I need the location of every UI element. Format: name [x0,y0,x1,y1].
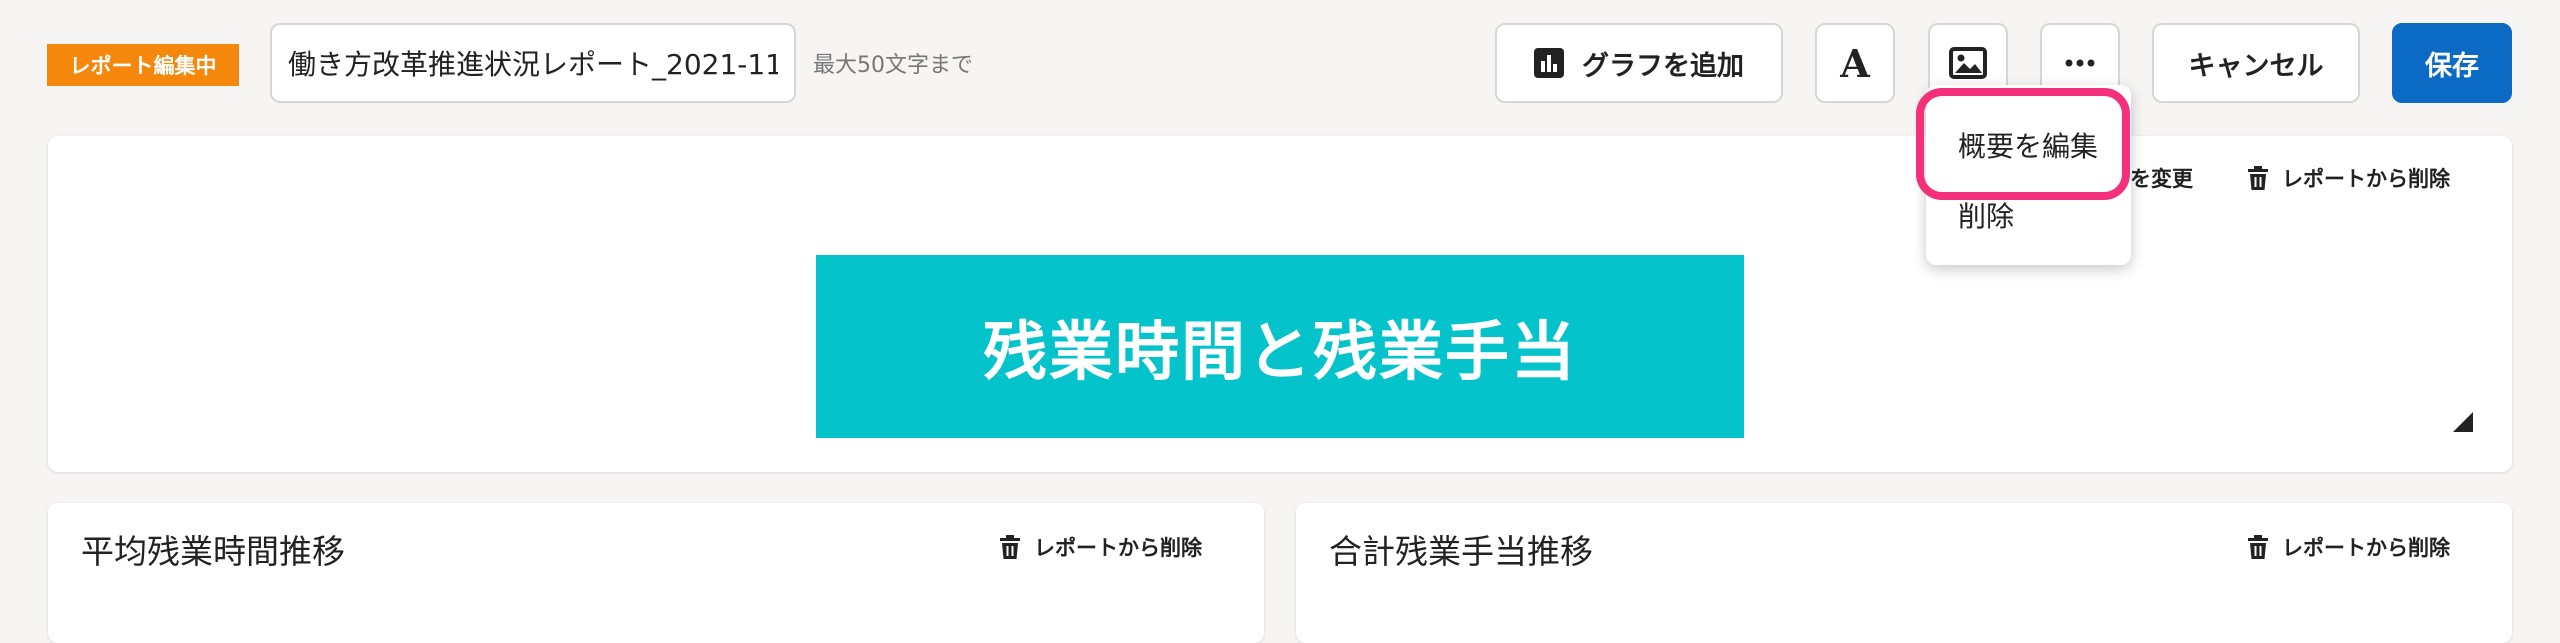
add-graph-button[interactable]: グラフを追加 [1495,23,1783,103]
menu-item-edit-summary[interactable]: 概要を編集 [1958,125,2098,165]
svg-text:A: A [1839,45,1870,81]
cancel-button[interactable]: キャンセル [2152,23,2360,103]
add-text-button[interactable]: A [1815,23,1895,103]
resize-handle-icon[interactable] [2453,412,2473,432]
add-graph-label: グラフを追加 [1582,50,1744,82]
delete-from-report-label: レポートから削除 [1034,536,1202,560]
more-options-menu [1926,85,2131,265]
report-title-input[interactable] [270,23,796,103]
chart-card-title: 平均残業時間推移 [81,532,345,571]
save-button[interactable]: 保存 [2392,23,2512,103]
menu-item-delete[interactable]: 削除 [1958,195,2014,235]
chart-card [48,503,1264,643]
chart-card-title: 合計残業手当推移 [1329,532,1593,571]
title-length-hint: 最大50文字まで [813,53,973,78]
delete-from-report-button[interactable]: レポートから削除 [2248,532,2450,562]
delete-from-report-button[interactable]: レポートから削除 [2248,163,2450,193]
chart-card [1296,503,2512,643]
change-action[interactable]: を変更 [2130,163,2193,193]
trash-icon [2248,535,2268,559]
trash-icon [1000,535,1020,559]
delete-from-report-label: レポートから削除 [2282,167,2450,191]
trash-icon [2248,166,2268,190]
delete-from-report-label: レポートから削除 [2282,536,2450,560]
editing-badge: レポート編集中 [47,44,239,86]
text-icon: A [1839,45,1870,81]
change-action-label: を変更 [2130,167,2193,191]
bar-chart-icon [1534,48,1564,78]
banner-image: 残業時間と残業手当 [816,255,1744,438]
image-icon [1949,47,1987,79]
more-icon [2065,59,2095,67]
delete-from-report-button[interactable]: レポートから削除 [1000,532,1202,562]
